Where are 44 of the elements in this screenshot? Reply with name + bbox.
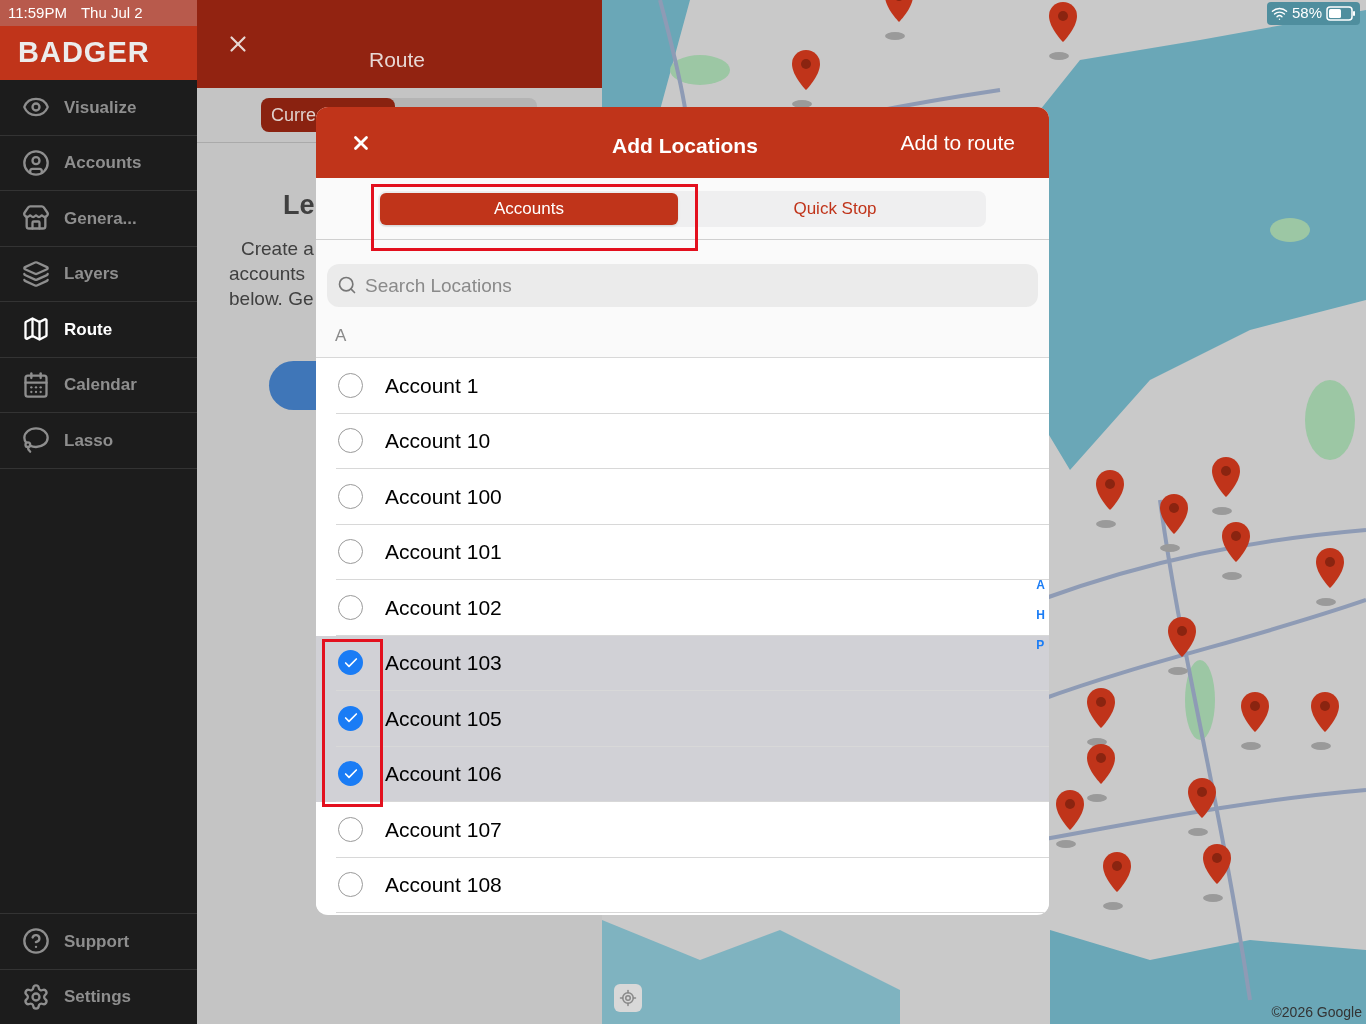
search-field[interactable]: Search Locations bbox=[327, 264, 1038, 307]
battery-icon bbox=[1326, 5, 1356, 21]
status-date: Thu Jul 2 bbox=[80, 2, 143, 23]
search-icon bbox=[337, 275, 357, 295]
calendar-icon bbox=[22, 370, 50, 399]
segment-tab[interactable]: Accounts bbox=[380, 192, 678, 225]
checkbox[interactable] bbox=[338, 650, 363, 676]
battery-percent: 58% bbox=[1291, 3, 1322, 23]
list-row[interactable]: Account 106 bbox=[316, 746, 1049, 802]
account-name: Account 100 bbox=[385, 483, 502, 510]
account-name: Account 108 bbox=[385, 872, 502, 898]
account-name: Account 105 bbox=[385, 705, 502, 732]
app-logo: BADGER bbox=[18, 35, 150, 71]
checkbox[interactable] bbox=[338, 705, 363, 731]
panel-title: Route bbox=[369, 47, 426, 73]
settings-icon bbox=[22, 982, 50, 1011]
storefront-icon bbox=[22, 204, 50, 233]
account-name: Account 10 bbox=[385, 428, 491, 454]
section-header: A bbox=[335, 324, 347, 347]
account-name: Account 106 bbox=[385, 761, 502, 787]
account-name: Account 101 bbox=[385, 539, 502, 565]
lasso-icon bbox=[22, 426, 50, 455]
modal-title: Add Locations bbox=[612, 133, 758, 159]
account-name: Account 102 bbox=[385, 594, 502, 621]
panel-text: accounts bbox=[229, 261, 306, 286]
panel-text: below. Ge bbox=[229, 286, 314, 311]
segment-tab[interactable]: Quick Stop bbox=[686, 192, 984, 225]
recenter-button[interactable] bbox=[614, 984, 642, 1012]
add-to-route-button[interactable]: Add to route bbox=[900, 126, 1015, 159]
checkbox[interactable] bbox=[338, 761, 363, 787]
index-letter[interactable]: H bbox=[1036, 606, 1045, 624]
status-time: 11:59PM bbox=[8, 2, 67, 23]
map-attribution: ©2026 Google bbox=[1271, 1003, 1362, 1022]
help-icon bbox=[22, 927, 50, 956]
panel-text: Create a bbox=[240, 236, 314, 261]
account-name: Account 1 bbox=[385, 372, 479, 399]
crosshair-icon bbox=[619, 989, 637, 1007]
sidebar-item[interactable]: Genera... bbox=[0, 191, 197, 247]
account-name: Account 103 bbox=[385, 650, 502, 676]
layers-icon bbox=[22, 259, 50, 288]
list-row[interactable]: Account 105 bbox=[316, 691, 1049, 747]
panel-heading: Le bbox=[283, 190, 315, 220]
account-name: Account 107 bbox=[385, 816, 502, 843]
person-icon bbox=[22, 148, 50, 177]
